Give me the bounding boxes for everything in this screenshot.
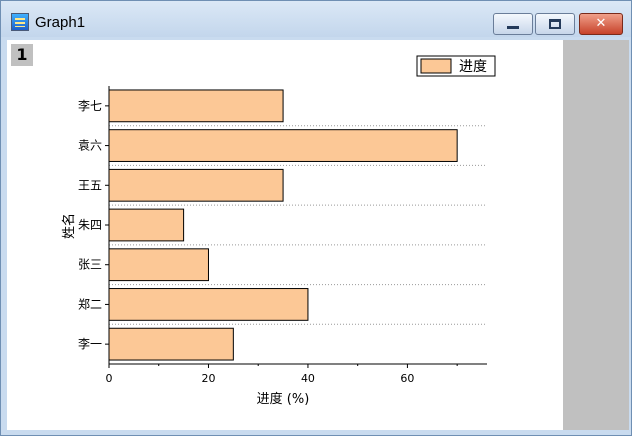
x-axis-title: 进度 (%) [257, 391, 310, 407]
graph-window: Graph1 ✕ 1 李七 袁六 王五 朱四 张三 郑二 李一 0 20 40 60 进度 (%) … [0, 0, 632, 436]
legend[interactable]: 进度 [416, 55, 496, 77]
bar [108, 129, 458, 162]
bar [108, 288, 309, 321]
y-tick-label: 朱四 [78, 218, 102, 232]
origin-graph-icon[interactable] [11, 13, 29, 31]
y-tick-label: 郑二 [78, 296, 102, 311]
bar [108, 168, 284, 202]
legend-label: 进度 [459, 59, 487, 75]
y-axis-title: 姓名 [61, 213, 77, 239]
bar [108, 248, 209, 282]
bar-chart: 李七袁六王五朱四张三郑二李一 0 20 40 60 进度 (%) 姓名 进度 [61, 55, 496, 407]
page-margin-area [563, 40, 629, 430]
title-bar[interactable]: Graph1 ✕ [1, 1, 631, 37]
x-tick-label: 40 [301, 372, 315, 385]
y-tick-label: 王五 [78, 178, 102, 192]
bar [108, 208, 185, 242]
close-icon: ✕ [595, 16, 607, 31]
x-tick-label: 60 [400, 372, 414, 385]
minimize-button[interactable] [493, 13, 533, 35]
y-tick-label: 袁六 [78, 139, 102, 153]
y-tick-label: 李七 [78, 98, 102, 113]
y-tick-label: 李一 [78, 336, 102, 351]
window-title: Graph1 [35, 14, 86, 31]
graph-page[interactable]: 1 李七 袁六 王五 朱四 张三 郑二 李一 0 20 40 60 进度 (%) 姓名 进度 [7, 40, 629, 430]
close-button[interactable]: ✕ [579, 13, 623, 35]
legend-swatch [420, 58, 452, 74]
y-tick-label: 张三 [78, 258, 102, 272]
bar [108, 89, 284, 123]
minimize-icon [507, 26, 519, 29]
maximize-button[interactable] [535, 13, 575, 35]
x-tick-label: 20 [201, 372, 215, 385]
maximize-icon [549, 19, 561, 29]
bar [108, 327, 234, 361]
x-tick-label: 0 [106, 372, 113, 385]
